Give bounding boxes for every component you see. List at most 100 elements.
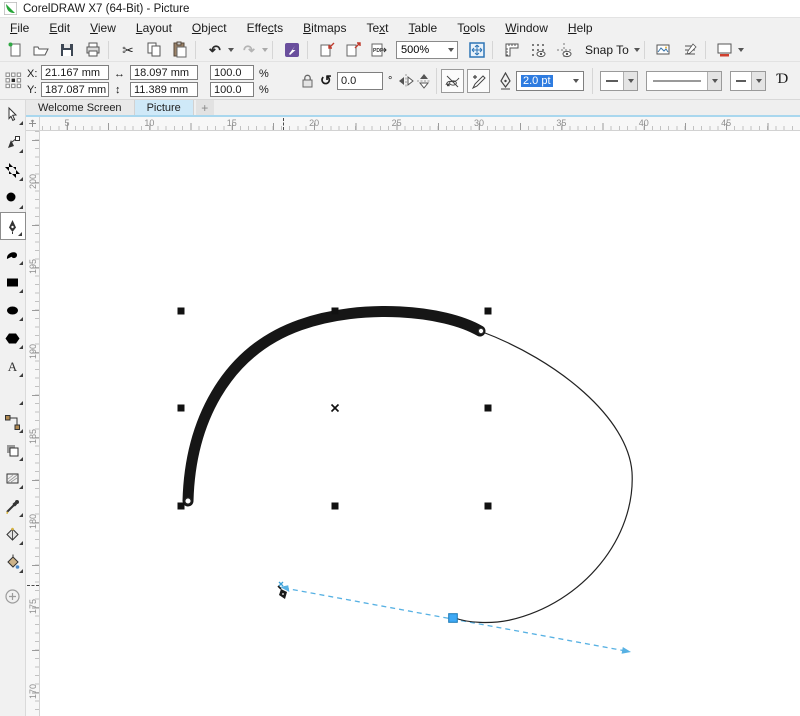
line-style-select[interactable] bbox=[646, 71, 722, 91]
menu-help[interactable]: Help bbox=[558, 18, 603, 38]
control-handle-arrow-end[interactable] bbox=[622, 647, 631, 654]
menu-text[interactable]: Text bbox=[356, 18, 398, 38]
zoom-tool[interactable] bbox=[0, 184, 26, 212]
selection-handle[interactable] bbox=[178, 308, 185, 315]
snap-to-dropdown[interactable]: Snap To bbox=[585, 43, 640, 57]
application-launcher-caret[interactable] bbox=[738, 48, 744, 52]
menu-table[interactable]: Table bbox=[399, 18, 448, 38]
artistic-media-tool[interactable] bbox=[0, 240, 26, 268]
menu-bitmaps[interactable]: Bitmaps bbox=[293, 18, 356, 38]
options-button[interactable] bbox=[653, 39, 675, 61]
ellipse-tool[interactable] bbox=[0, 296, 26, 324]
menu-view[interactable]: View bbox=[80, 18, 126, 38]
selection-handle[interactable] bbox=[485, 503, 492, 510]
copy-button[interactable] bbox=[143, 39, 165, 61]
toolbar-separator bbox=[705, 41, 706, 59]
selection-handle[interactable] bbox=[485, 405, 492, 412]
cut-button[interactable]: ✂ bbox=[117, 39, 139, 61]
menu-edit[interactable]: Edit bbox=[39, 18, 80, 38]
selection-handle[interactable] bbox=[485, 308, 492, 315]
scale-vertical-field[interactable]: 100.0 bbox=[210, 82, 254, 97]
horizontal-ruler[interactable]: 51015202530354045 bbox=[40, 117, 800, 131]
export-button[interactable] bbox=[342, 39, 364, 61]
object-height-field[interactable]: 11.389 mm bbox=[130, 82, 198, 97]
smart-fill-tool[interactable] bbox=[0, 548, 26, 576]
tab-picture[interactable]: Picture bbox=[135, 100, 194, 115]
publish-pdf-button[interactable]: PDF bbox=[368, 39, 390, 61]
redo-dropdown-caret[interactable] bbox=[262, 48, 268, 52]
new-document-button[interactable] bbox=[4, 39, 26, 61]
polygon-tool[interactable] bbox=[0, 324, 26, 352]
rectangle-tool[interactable] bbox=[0, 268, 26, 296]
arrowhead-end-select[interactable] bbox=[730, 71, 766, 91]
undo-dropdown-caret[interactable] bbox=[228, 48, 234, 52]
application-launcher-button[interactable] bbox=[714, 39, 736, 61]
outline-width-select[interactable]: 2.0 pt bbox=[516, 71, 584, 91]
arrowhead-start-select[interactable] bbox=[600, 71, 638, 91]
selection-handle[interactable] bbox=[178, 503, 185, 510]
drawing-canvas[interactable] bbox=[40, 131, 800, 716]
parallel-dimension-tool[interactable] bbox=[0, 380, 26, 408]
color-eyedropper-tool[interactable] bbox=[0, 492, 26, 520]
hruler-number: 30 bbox=[474, 118, 484, 128]
object-width-field[interactable]: 18.097 mm bbox=[130, 65, 198, 80]
ruler-origin-button[interactable] bbox=[26, 117, 40, 131]
selection-handle[interactable] bbox=[332, 503, 339, 510]
menu-bar: FileEditViewLayoutObjectEffectsBitmapsTe… bbox=[0, 18, 800, 38]
undo-button[interactable]: ↶ bbox=[204, 39, 226, 61]
selection-handle[interactable] bbox=[178, 405, 185, 412]
show-rulers-button[interactable] bbox=[501, 39, 523, 61]
selection-handle[interactable] bbox=[332, 308, 339, 315]
menu-effects[interactable]: Effects bbox=[237, 18, 293, 38]
menu-object[interactable]: Object bbox=[182, 18, 237, 38]
svg-text:A: A bbox=[8, 359, 18, 374]
mirror-horizontal-button[interactable] bbox=[398, 73, 414, 89]
print-button[interactable] bbox=[82, 39, 104, 61]
mirror-vertical-button[interactable] bbox=[416, 73, 432, 89]
text-tool[interactable]: A bbox=[0, 352, 26, 380]
quick-customize-button[interactable] bbox=[0, 582, 26, 610]
customization-button[interactable] bbox=[679, 39, 701, 61]
drop-shadow-tool[interactable] bbox=[0, 436, 26, 464]
search-content-button[interactable] bbox=[281, 39, 303, 61]
save-button[interactable] bbox=[56, 39, 78, 61]
edit-curve-button[interactable] bbox=[467, 69, 490, 93]
pick-tool[interactable] bbox=[0, 100, 26, 128]
menu-tools[interactable]: Tools bbox=[447, 18, 495, 38]
zoom-level-select[interactable]: 500% bbox=[396, 41, 458, 59]
object-origin-icon[interactable] bbox=[5, 72, 22, 89]
text-wrap-icon[interactable]: Ɗ bbox=[776, 71, 788, 88]
scale-horizontal-field[interactable]: 100.0 bbox=[210, 65, 254, 80]
crop-tool[interactable] bbox=[0, 156, 26, 184]
freehand-smoothing-button[interactable] bbox=[441, 69, 464, 93]
lock-ratio-icon[interactable] bbox=[300, 73, 314, 89]
coreldraw-window: CorelDRAW X7 (64-Bit) - Picture FileEdit… bbox=[0, 0, 800, 716]
show-grid-button[interactable] bbox=[527, 39, 549, 61]
tab-welcome-screen[interactable]: Welcome Screen bbox=[26, 100, 135, 115]
menu-file[interactable]: File bbox=[0, 18, 39, 38]
interactive-fill-tool[interactable] bbox=[0, 520, 26, 548]
rotation-angle-field[interactable]: 0.0 bbox=[337, 72, 383, 90]
curve-joint-node[interactable] bbox=[478, 328, 483, 333]
x-position-field[interactable]: 21.167 mm bbox=[41, 65, 109, 80]
redo-button[interactable]: ↷ bbox=[238, 39, 260, 61]
vertical-ruler[interactable]: 200195190185180175170 bbox=[26, 131, 40, 716]
connector-tool[interactable] bbox=[0, 408, 26, 436]
fullscreen-preview-button[interactable] bbox=[466, 39, 488, 61]
menu-layout[interactable]: Layout bbox=[126, 18, 182, 38]
hruler-number: 35 bbox=[556, 118, 566, 128]
thin-curve-segment[interactable] bbox=[455, 331, 632, 622]
rotation-center-marker[interactable] bbox=[332, 405, 339, 412]
show-guidelines-button[interactable] bbox=[553, 39, 575, 61]
open-button[interactable] bbox=[30, 39, 52, 61]
curve-start-node[interactable] bbox=[185, 498, 191, 504]
transparency-tool[interactable] bbox=[0, 464, 26, 492]
bezier-tool[interactable] bbox=[0, 212, 26, 240]
paste-button[interactable] bbox=[169, 39, 191, 61]
active-node[interactable] bbox=[449, 614, 458, 623]
new-tab-button[interactable]: + bbox=[196, 100, 214, 115]
shape-tool[interactable] bbox=[0, 128, 26, 156]
y-position-field[interactable]: 187.087 mm bbox=[41, 82, 109, 97]
menu-window[interactable]: Window bbox=[495, 18, 558, 38]
import-button[interactable] bbox=[316, 39, 338, 61]
